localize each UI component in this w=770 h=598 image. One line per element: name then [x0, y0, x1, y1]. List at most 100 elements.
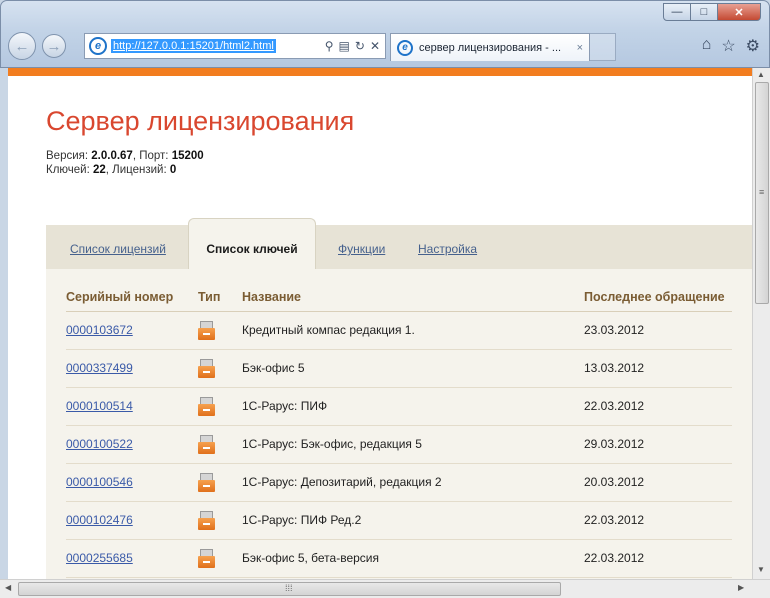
- tab-functions[interactable]: Функции: [338, 242, 385, 256]
- vertical-scrollbar[interactable]: ▲ ≡ ▼: [752, 68, 770, 579]
- name-cell: Кредитный компас редакция 1.: [242, 311, 584, 350]
- table-row: 0000100522 1С-Рарус: Бэк-офис, редакция 5…: [66, 425, 732, 464]
- name-cell: 1С-Рарус: Депозитарий, редакция 2: [242, 463, 584, 502]
- serial-link[interactable]: 0000100514: [66, 399, 133, 413]
- address-bar[interactable]: e http://127.0.0.1:15201/html2.html ⚲ ▤ …: [84, 33, 386, 59]
- serial-cell: 0000337499: [66, 349, 198, 388]
- usb-key-icon: [198, 548, 215, 568]
- minimize-icon[interactable]: —: [663, 3, 691, 21]
- serial-cell: 0000100546: [66, 463, 198, 502]
- type-cell: [198, 425, 242, 464]
- licenses-label: , Лицензий:: [105, 164, 167, 176]
- col-name-header: Название: [242, 283, 584, 312]
- last-access-cell: 22.03.2012: [584, 539, 732, 578]
- last-access-cell: 22.03.2012: [584, 501, 732, 540]
- table-header-row: Серийный номер Тип Название Последнее об…: [66, 283, 732, 312]
- serial-link[interactable]: 0000255685: [66, 551, 133, 565]
- serial-link[interactable]: 0000102476: [66, 513, 133, 527]
- version-line: Версия: 2.0.0.67, Порт: 15200: [46, 149, 752, 163]
- name-cell: 1С-Рарус: Бэк-офис, редакция 5: [242, 425, 584, 464]
- url-text[interactable]: http://127.0.0.1:15201/html2.html: [111, 39, 276, 53]
- table-row: 0000337499 Бэк-офис 5 13.03.2012: [66, 349, 732, 388]
- type-cell: [198, 311, 242, 350]
- vertical-scroll-thumb[interactable]: ≡: [755, 82, 769, 304]
- table-row: 0000100546 1С-Рарус: Депозитарий, редакци…: [66, 463, 732, 502]
- last-access-cell: 29.03.2012: [584, 425, 732, 464]
- scroll-down-arrow-icon[interactable]: ▼: [757, 565, 765, 574]
- keys-panel: Серийный номер Тип Название Последнее об…: [46, 269, 752, 579]
- back-arrow-icon[interactable]: ←: [8, 32, 36, 60]
- page-header: Сервер лицензирования Версия: 2.0.0.67, …: [8, 106, 752, 177]
- last-access-cell: 23.03.2012: [584, 311, 732, 350]
- page-title: Сервер лицензирования: [46, 106, 355, 136]
- type-cell: [198, 349, 242, 388]
- scroll-left-arrow-icon[interactable]: ◀: [5, 583, 11, 592]
- table-row: 0000255685 Бэк-офис 5, бета-версия 22.03.2…: [66, 539, 732, 578]
- port-value: 15200: [171, 150, 204, 162]
- serial-cell: 0000100514: [66, 387, 198, 426]
- table-row: 0000103672 Кредитный компас редакция 1. 23…: [66, 311, 732, 350]
- name-cell: 1С-Рарус: ПИФ Ред.2: [242, 501, 584, 540]
- close-window-icon[interactable]: ✕: [717, 3, 761, 21]
- address-tools: ⚲ ▤ ↻ ✕: [325, 39, 385, 53]
- port-label: , Порт:: [132, 150, 169, 162]
- last-access-cell: 20.03.2012: [584, 463, 732, 502]
- col-serial-header: Серийный номер: [66, 283, 198, 312]
- tab-close-icon[interactable]: ×: [577, 42, 583, 54]
- type-cell: [198, 501, 242, 540]
- last-access-cell: 13.03.2012: [584, 349, 732, 388]
- serial-link[interactable]: 0000337499: [66, 361, 133, 375]
- type-cell: [198, 387, 242, 426]
- serial-cell: 0000100522: [66, 425, 198, 464]
- tab-key-list[interactable]: Список ключей: [188, 218, 316, 269]
- version-value: 2.0.0.67: [91, 150, 133, 162]
- col-last-access-header: Последнее обращение: [584, 283, 732, 312]
- scroll-grip-icon: ≡: [759, 187, 765, 197]
- compat-view-icon[interactable]: ▤: [339, 39, 350, 53]
- serial-link[interactable]: 0000103672: [66, 323, 133, 337]
- scroll-up-arrow-icon[interactable]: ▲: [757, 70, 765, 79]
- col-type-header: Тип: [198, 283, 242, 312]
- name-cell: Бэк-офис 5: [242, 349, 584, 388]
- scroll-right-arrow-icon[interactable]: ▶: [738, 583, 744, 592]
- search-icon[interactable]: ⚲: [325, 39, 334, 53]
- horizontal-scroll-thumb[interactable]: ⁞⁞⁞: [18, 582, 561, 596]
- browser-toolbar-icons: ⌂ ☆ ⚙: [702, 36, 760, 56]
- keys-table: Серийный номер Тип Название Последнее об…: [66, 283, 732, 578]
- usb-key-icon: [198, 510, 215, 530]
- header-accent-bar: [8, 68, 752, 76]
- usb-key-icon: [198, 358, 215, 378]
- last-access-cell: 22.03.2012: [584, 387, 732, 426]
- type-cell: [198, 463, 242, 502]
- table-row: 0000102476 1С-Рарус: ПИФ Ред.2 22.03.2012: [66, 501, 732, 540]
- tab-settings[interactable]: Настройка: [418, 242, 477, 256]
- keys-table-body: 0000103672 Кредитный компас редакция 1. 23…: [66, 311, 732, 578]
- serial-cell: 0000102476: [66, 501, 198, 540]
- home-icon[interactable]: ⌂: [702, 36, 712, 56]
- serial-cell: 0000255685: [66, 539, 198, 578]
- horizontal-scrollbar[interactable]: ◀ ⁞⁞⁞ ▶: [0, 579, 770, 598]
- counts-line: Ключей: 22, Лицензий: 0: [46, 163, 752, 177]
- refresh-icon[interactable]: ↻: [355, 39, 365, 53]
- usb-key-icon: [198, 472, 215, 492]
- browser-tab-active[interactable]: e сервер лицензирования - ... ×: [390, 33, 590, 61]
- ie-logo-icon: e: [89, 37, 107, 55]
- favorites-star-icon[interactable]: ☆: [721, 36, 735, 56]
- serial-link[interactable]: 0000100522: [66, 437, 133, 451]
- serial-cell: 0000103672: [66, 311, 198, 350]
- stop-icon[interactable]: ✕: [370, 39, 380, 53]
- usb-key-icon: [198, 396, 215, 416]
- keys-label: Ключей:: [46, 164, 90, 176]
- scroll-grip-icon: ⁞⁞⁞: [285, 583, 293, 593]
- settings-gear-icon[interactable]: ⚙: [746, 36, 760, 56]
- maximize-icon[interactable]: □: [690, 3, 718, 21]
- serial-link[interactable]: 0000100546: [66, 475, 133, 489]
- window-controls: — □ ✕: [663, 3, 761, 21]
- new-tab-button[interactable]: [590, 33, 616, 61]
- forward-arrow-icon[interactable]: →: [42, 34, 66, 58]
- tab-license-list[interactable]: Список лицензий: [70, 242, 166, 256]
- version-label: Версия:: [46, 150, 89, 162]
- table-row: 0000100514 1С-Рарус: ПИФ 22.03.2012: [66, 387, 732, 426]
- ie-logo-icon: e: [397, 39, 413, 56]
- licenses-value: 0: [169, 164, 177, 176]
